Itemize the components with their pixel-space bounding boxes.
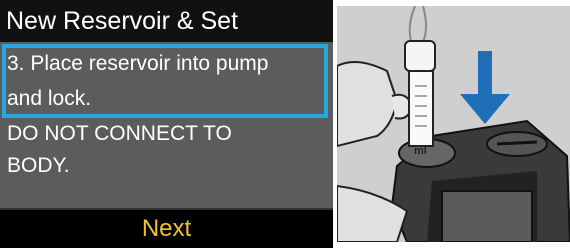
- instruction-line-2: and lock.: [7, 87, 92, 110]
- reservoir-ml-label: ml: [414, 145, 427, 157]
- next-button[interactable]: Next: [0, 208, 333, 248]
- reservoir-into-pump-illustration: ml: [337, 6, 570, 242]
- instruction-illustration: ml: [337, 6, 570, 242]
- screen-title: New Reservoir & Set: [0, 0, 333, 42]
- instruction-line-1: 3. Place reservoir into pump: [7, 52, 269, 75]
- pump-screen: New Reservoir & Set 3. Place reservoir i…: [0, 0, 333, 248]
- arrow-down-icon: [460, 51, 510, 124]
- next-button-label: Next: [141, 215, 192, 242]
- warning-line-1: DO NOT CONNECT TO: [7, 122, 232, 145]
- warning-line-2: BODY.: [7, 154, 70, 177]
